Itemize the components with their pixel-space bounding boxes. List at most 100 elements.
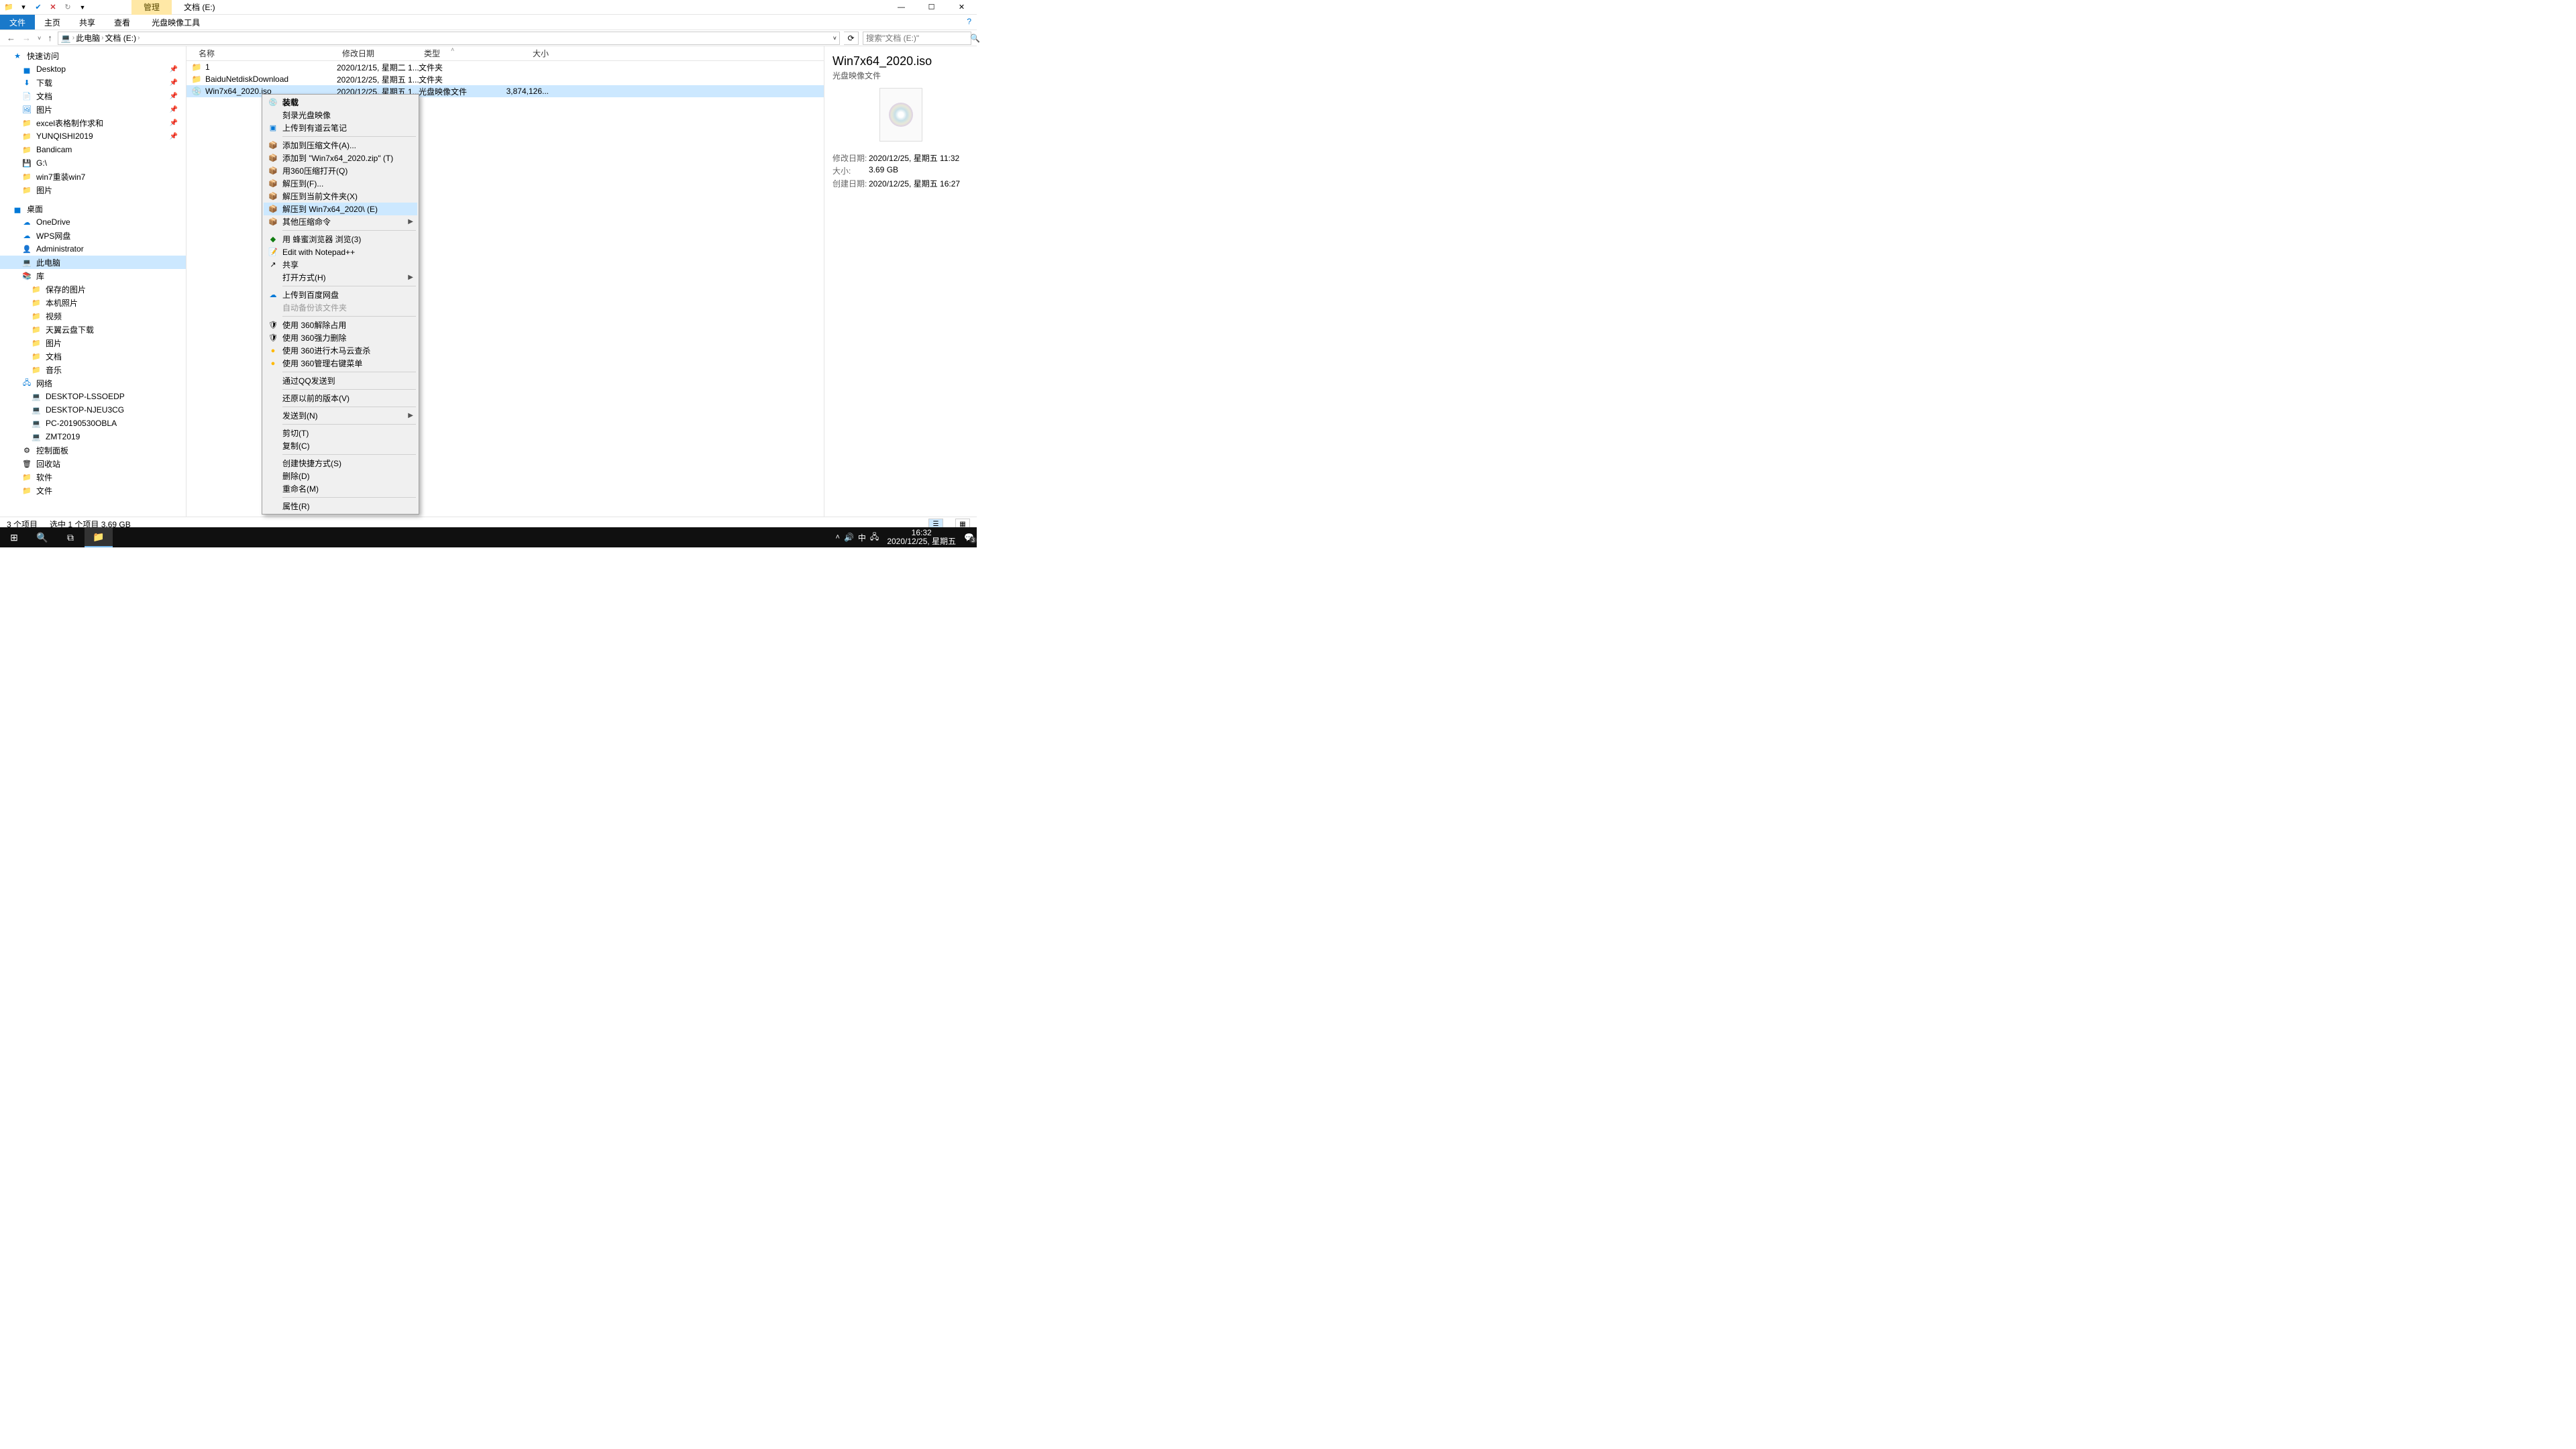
close-button[interactable]: ✕ (947, 0, 977, 15)
tree-item[interactable]: ▅Desktop📌 (0, 62, 186, 76)
col-size[interactable]: 大小 (487, 48, 554, 59)
tab-view[interactable]: 查看 (105, 15, 140, 30)
tree-this-pc[interactable]: 💻此电脑 (0, 256, 186, 269)
redo-icon[interactable]: ↻ (62, 1, 74, 13)
taskbar-clock[interactable]: 16:32 2020/12/25, 星期五 (883, 529, 960, 546)
notifications-icon[interactable]: 💬3 (964, 533, 974, 542)
tree-item[interactable]: 📁excel表格制作求和📌 (0, 116, 186, 129)
chevron-right-icon[interactable]: › (138, 34, 140, 42)
ctx-burn[interactable]: 刻录光盘映像 (264, 109, 417, 121)
col-date[interactable]: 修改日期 (337, 48, 419, 59)
col-name[interactable]: 名称 (186, 48, 337, 59)
tree-item[interactable]: 📁音乐 (0, 363, 186, 376)
tab-share[interactable]: 共享 (70, 15, 105, 30)
ctx-shortcut[interactable]: 创建快捷方式(S) (264, 457, 417, 470)
tree-item[interactable]: 💻PC-20190530OBLA (0, 417, 186, 430)
ctx-other-compress[interactable]: 📦其他压缩命令▶ (264, 215, 417, 228)
search-box[interactable]: 🔍 (863, 32, 971, 45)
tree-item[interactable]: 📁Bandicam (0, 143, 186, 156)
refresh-button[interactable]: ⟳ (844, 32, 859, 45)
breadcrumb-pc[interactable]: 此电脑 (76, 32, 100, 44)
tree-item[interactable]: 📁保存的图片 (0, 282, 186, 296)
tree-item[interactable]: ☁WPS网盘 (0, 229, 186, 242)
tree-item[interactable]: 🖼图片📌 (0, 103, 186, 116)
ctx-360-scan[interactable]: ●使用 360进行木马云查杀 (264, 344, 417, 357)
network-icon[interactable]: 🖧 (870, 531, 879, 545)
minimize-button[interactable]: — (886, 0, 916, 15)
start-button[interactable]: ⊞ (0, 527, 28, 547)
ctx-baidu[interactable]: ☁上传到百度网盘 (264, 288, 417, 301)
check-icon[interactable]: ✔ (32, 1, 44, 13)
tree-item[interactable]: 📁文件 (0, 484, 186, 497)
tab-home[interactable]: 主页 (35, 15, 70, 30)
dropdown-icon[interactable]: ▼ (76, 1, 89, 13)
ctx-open-360[interactable]: 📦用360压缩打开(Q) (264, 164, 417, 177)
navigation-pane[interactable]: ★快速访问 ▅Desktop📌 ⬇下载📌 📄文档📌 🖼图片📌 📁excel表格制… (0, 46, 186, 517)
ctx-notepad[interactable]: 📝Edit with Notepad++ (264, 246, 417, 258)
tab-manage[interactable]: 管理 (131, 0, 172, 15)
ctx-send-to[interactable]: 发送到(N)▶ (264, 409, 417, 422)
tree-item[interactable]: ⬇下载📌 (0, 76, 186, 89)
table-row[interactable]: 📁 BaiduNetdiskDownload 2020/12/25, 星期五 1… (186, 73, 824, 85)
ctx-360-menu[interactable]: ●使用 360管理右键菜单 (264, 357, 417, 370)
tab-file[interactable]: 文件 (0, 15, 35, 30)
tree-item[interactable]: 📄文档📌 (0, 89, 186, 103)
breadcrumb-drive[interactable]: 文档 (E:) (105, 32, 136, 44)
ctx-extract-folder[interactable]: 📦解压到 Win7x64_2020\ (E) (264, 203, 417, 215)
ctx-extract-to[interactable]: 📦解压到(F)... (264, 177, 417, 190)
tree-recycle[interactable]: 🗑回收站 (0, 457, 186, 470)
tab-iso-tools[interactable]: 光盘映像工具 (142, 15, 209, 30)
tree-item[interactable]: 📁视频 (0, 309, 186, 323)
ctx-browse[interactable]: ◆用 蜂蜜浏览器 浏览(3) (264, 233, 417, 246)
help-icon[interactable]: ? (961, 15, 977, 30)
tree-item[interactable]: 💻DESKTOP-LSSOEDP (0, 390, 186, 403)
tree-control-panel[interactable]: ⚙控制面板 (0, 443, 186, 457)
ctx-mount[interactable]: 💿装载 (264, 96, 417, 109)
ctx-share[interactable]: ↗共享 (264, 258, 417, 271)
ctx-rename[interactable]: 重命名(M) (264, 482, 417, 495)
ime-indicator[interactable]: 中 (858, 532, 866, 543)
ctx-copy[interactable]: 复制(C) (264, 439, 417, 452)
chevron-right-icon[interactable]: › (72, 34, 74, 42)
tree-item[interactable]: 📁文档 (0, 350, 186, 363)
up-button[interactable]: ↑ (46, 33, 54, 43)
ctx-restore[interactable]: 还原以前的版本(V) (264, 392, 417, 405)
tree-libraries[interactable]: 📚库 (0, 269, 186, 282)
tree-quick-access[interactable]: ★快速访问 (0, 49, 186, 62)
tree-item[interactable]: 📁YUNQISHI2019📌 (0, 129, 186, 143)
ctx-cut[interactable]: 剪切(T) (264, 427, 417, 439)
ctx-delete[interactable]: 删除(D) (264, 470, 417, 482)
close-red-icon[interactable]: ✕ (47, 1, 59, 13)
back-button[interactable]: ← (5, 33, 17, 43)
chevron-right-icon[interactable]: › (101, 34, 103, 42)
tree-item[interactable]: 💻DESKTOP-NJEU3CG (0, 403, 186, 417)
search-button[interactable]: 🔍 (28, 527, 56, 547)
ctx-youdao[interactable]: ▣上传到有道云笔记 (264, 121, 417, 134)
tree-item[interactable]: 👤Administrator (0, 242, 186, 256)
ctx-360-unlock[interactable]: 🛡使用 360解除占用 (264, 319, 417, 331)
ctx-open-with[interactable]: 打开方式(H)▶ (264, 271, 417, 284)
tree-item[interactable]: 📁图片 (0, 183, 186, 197)
down-icon[interactable]: ▾ (17, 1, 30, 13)
tree-item[interactable]: 📁软件 (0, 470, 186, 484)
ctx-360-delete[interactable]: 🛡使用 360强力删除 (264, 331, 417, 344)
tree-item[interactable]: 📁天翼云盘下载 (0, 323, 186, 336)
tree-item[interactable]: 💾G:\ (0, 156, 186, 170)
tree-item[interactable]: 💻ZMT2019 (0, 430, 186, 443)
ctx-add-zip[interactable]: 📦添加到 "Win7x64_2020.zip" (T) (264, 152, 417, 164)
maximize-button[interactable]: ☐ (916, 0, 947, 15)
tree-item[interactable]: 📁图片 (0, 336, 186, 350)
ctx-qq-send[interactable]: 通过QQ发送到 (264, 374, 417, 387)
breadcrumb[interactable]: 💻 › 此电脑 › 文档 (E:) › ˅ (58, 32, 840, 45)
ctx-extract-here[interactable]: 📦解压到当前文件夹(X) (264, 190, 417, 203)
volume-icon[interactable]: 🔊 (844, 533, 854, 542)
tray-overflow-icon[interactable]: ˄ (836, 533, 840, 541)
search-input[interactable] (866, 34, 970, 43)
search-icon[interactable]: 🔍 (970, 34, 980, 43)
ctx-properties[interactable]: 属性(R) (264, 500, 417, 513)
explorer-button[interactable]: 📁 (85, 527, 113, 547)
tree-item[interactable]: 📁win7重装win7 (0, 170, 186, 183)
tree-item[interactable]: 📁本机照片 (0, 296, 186, 309)
task-view-button[interactable]: ⧉ (56, 527, 85, 547)
chevron-down-icon[interactable]: ˅ (833, 35, 837, 42)
